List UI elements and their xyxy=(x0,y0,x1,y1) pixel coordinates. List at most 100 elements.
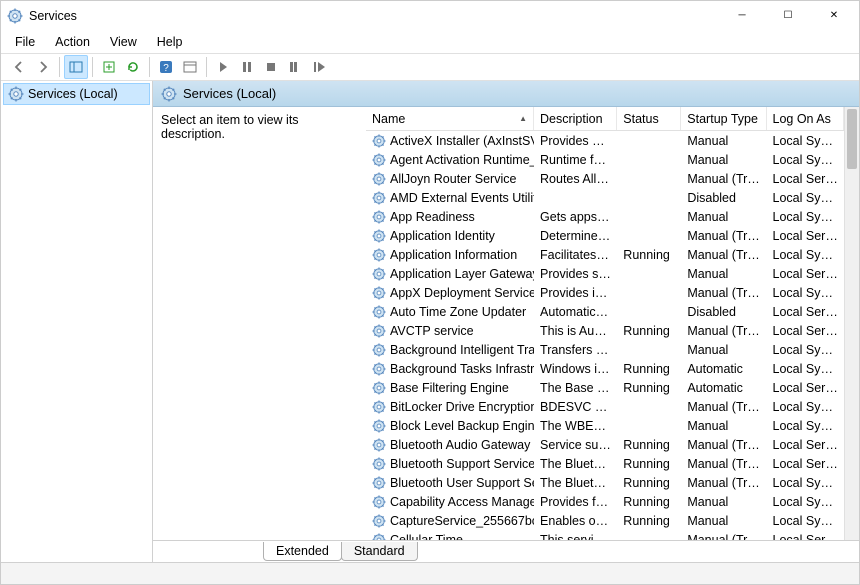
col-header-logon[interactable]: Log On As xyxy=(767,107,845,130)
table-row[interactable]: Background Tasks Infrastruc...Windows in… xyxy=(366,359,844,378)
refresh-button[interactable] xyxy=(121,55,145,79)
tree-root-services-local[interactable]: Services (Local) xyxy=(3,83,150,105)
table-row[interactable]: AVCTP serviceThis is Audi...RunningManua… xyxy=(366,321,844,340)
cell-name: AllJoyn Router Service xyxy=(366,172,534,186)
cell-description: Provides fac... xyxy=(534,495,617,509)
cell-name: CaptureService_255667bc xyxy=(366,514,534,528)
table-row[interactable]: Agent Activation Runtime_...Runtime for.… xyxy=(366,150,844,169)
table-row[interactable]: Application IdentityDetermines ...Manual… xyxy=(366,226,844,245)
export-list-button[interactable] xyxy=(97,55,121,79)
table-row[interactable]: Auto Time Zone UpdaterAutomatica...Disab… xyxy=(366,302,844,321)
titlebar: Services ─ ☐ ✕ xyxy=(1,1,859,31)
view-tabs: Extended Standard xyxy=(153,540,859,562)
service-name: AMD External Events Utility xyxy=(390,191,534,205)
table-row[interactable]: Cellular TimeThis service ...Manual (Tri… xyxy=(366,530,844,540)
table-row[interactable]: Capability Access Manager ...Provides fa… xyxy=(366,492,844,511)
col-header-description[interactable]: Description xyxy=(534,107,617,130)
table-row[interactable]: Background Intelligent Tran...Transfers … xyxy=(366,340,844,359)
table-row[interactable]: Base Filtering EngineThe Base Fil...Runn… xyxy=(366,378,844,397)
cell-name: ActiveX Installer (AxInstSV) xyxy=(366,134,534,148)
menu-action[interactable]: Action xyxy=(47,33,98,51)
cell-logon: Local Service xyxy=(767,324,844,338)
cell-startup: Manual xyxy=(681,343,766,357)
restart-button[interactable] xyxy=(307,55,331,79)
cell-description: Runtime for... xyxy=(534,153,617,167)
table-row[interactable]: AppX Deployment Service (...Provides inf… xyxy=(366,283,844,302)
cell-description: The WBENG... xyxy=(534,419,617,433)
cell-description: BDESVC hos... xyxy=(534,400,617,414)
cell-logon: Local Syste... xyxy=(767,153,844,167)
cell-description: The Base Fil... xyxy=(534,381,617,395)
cell-name: Agent Activation Runtime_... xyxy=(366,153,534,167)
gear-icon xyxy=(372,343,386,357)
back-button[interactable] xyxy=(7,55,31,79)
pause-service-button[interactable] xyxy=(235,55,259,79)
minimize-button[interactable]: ─ xyxy=(719,1,765,31)
description-placeholder: Select an item to view its description. xyxy=(161,113,299,141)
table-row[interactable]: CaptureService_255667bcEnables opti...Ru… xyxy=(366,511,844,530)
table-row[interactable]: AMD External Events UtilityDisabledLocal… xyxy=(366,188,844,207)
close-button[interactable]: ✕ xyxy=(811,1,857,31)
properties-button[interactable] xyxy=(178,55,202,79)
col-header-status[interactable]: Status xyxy=(617,107,681,130)
cell-name: Bluetooth User Support Ser... xyxy=(366,476,534,490)
tab-extended[interactable]: Extended xyxy=(263,542,342,561)
service-name: App Readiness xyxy=(390,210,475,224)
table-row[interactable]: ActiveX Installer (AxInstSV)Provides Us.… xyxy=(366,131,844,150)
menu-view[interactable]: View xyxy=(102,33,145,51)
table-row[interactable]: Bluetooth Support ServiceThe Bluetoo...R… xyxy=(366,454,844,473)
gear-icon xyxy=(372,248,386,262)
stop-service-button[interactable] xyxy=(259,55,283,79)
table-row[interactable]: AllJoyn Router ServiceRoutes AllJo...Man… xyxy=(366,169,844,188)
cell-logon: Local Syste... xyxy=(767,362,844,376)
show-hide-tree-button[interactable] xyxy=(64,55,88,79)
table-row[interactable]: Application InformationFacilitates t...R… xyxy=(366,245,844,264)
col-header-name[interactable]: Name ▲ xyxy=(366,107,534,130)
cell-description: Routes AllJo... xyxy=(534,172,617,186)
col-header-startup[interactable]: Startup Type xyxy=(681,107,766,130)
cell-startup: Manual xyxy=(681,514,766,528)
tab-standard[interactable]: Standard xyxy=(341,542,418,561)
window-title: Services xyxy=(29,9,77,23)
cell-status: Running xyxy=(617,362,681,376)
table-row[interactable]: Bluetooth User Support Ser...The Bluetoo… xyxy=(366,473,844,492)
cell-description: Facilitates t... xyxy=(534,248,617,262)
service-name: Application Identity xyxy=(390,229,495,243)
service-name: Bluetooth Audio Gateway S... xyxy=(390,438,534,452)
table-row[interactable]: Application Layer Gateway ...Provides su… xyxy=(366,264,844,283)
toolbar: ? xyxy=(1,53,859,81)
service-name: Bluetooth Support Service xyxy=(390,457,534,471)
cell-name: AppX Deployment Service (... xyxy=(366,286,534,300)
cell-logon: Local Syste... xyxy=(767,400,844,414)
description-pane: Select an item to view its description. xyxy=(153,107,366,540)
service-table: Name ▲ Description Status Startup Type L… xyxy=(366,107,859,540)
table-row[interactable]: BitLocker Drive Encryption ...BDESVC hos… xyxy=(366,397,844,416)
menu-file[interactable]: File xyxy=(7,33,43,51)
menu-help[interactable]: Help xyxy=(149,33,191,51)
service-name: Cellular Time xyxy=(390,533,463,541)
service-name: Base Filtering Engine xyxy=(390,381,509,395)
table-row[interactable]: Block Level Backup Engine ...The WBENG..… xyxy=(366,416,844,435)
cell-startup: Manual (Trig... xyxy=(681,229,766,243)
cell-status: Running xyxy=(617,438,681,452)
cell-startup: Manual xyxy=(681,267,766,281)
main-pane: Services (Local) Select an item to view … xyxy=(153,81,859,562)
cell-name: App Readiness xyxy=(366,210,534,224)
restart-service-button[interactable] xyxy=(283,55,307,79)
vertical-scrollbar[interactable] xyxy=(844,107,859,540)
status-bar xyxy=(1,562,859,584)
cell-description: The Bluetoo... xyxy=(534,457,617,471)
table-row[interactable]: App ReadinessGets apps re...ManualLocal … xyxy=(366,207,844,226)
cell-name: AVCTP service xyxy=(366,324,534,338)
cell-startup: Manual xyxy=(681,210,766,224)
table-row[interactable]: Bluetooth Audio Gateway S...Service sup.… xyxy=(366,435,844,454)
help-button[interactable]: ? xyxy=(154,55,178,79)
start-service-button[interactable] xyxy=(211,55,235,79)
service-name: CaptureService_255667bc xyxy=(390,514,534,528)
svg-text:?: ? xyxy=(163,63,169,74)
forward-button[interactable] xyxy=(31,55,55,79)
scrollbar-thumb[interactable] xyxy=(847,109,857,169)
gear-icon xyxy=(372,419,386,433)
cell-startup: Manual (Trig... xyxy=(681,248,766,262)
maximize-button[interactable]: ☐ xyxy=(765,1,811,31)
